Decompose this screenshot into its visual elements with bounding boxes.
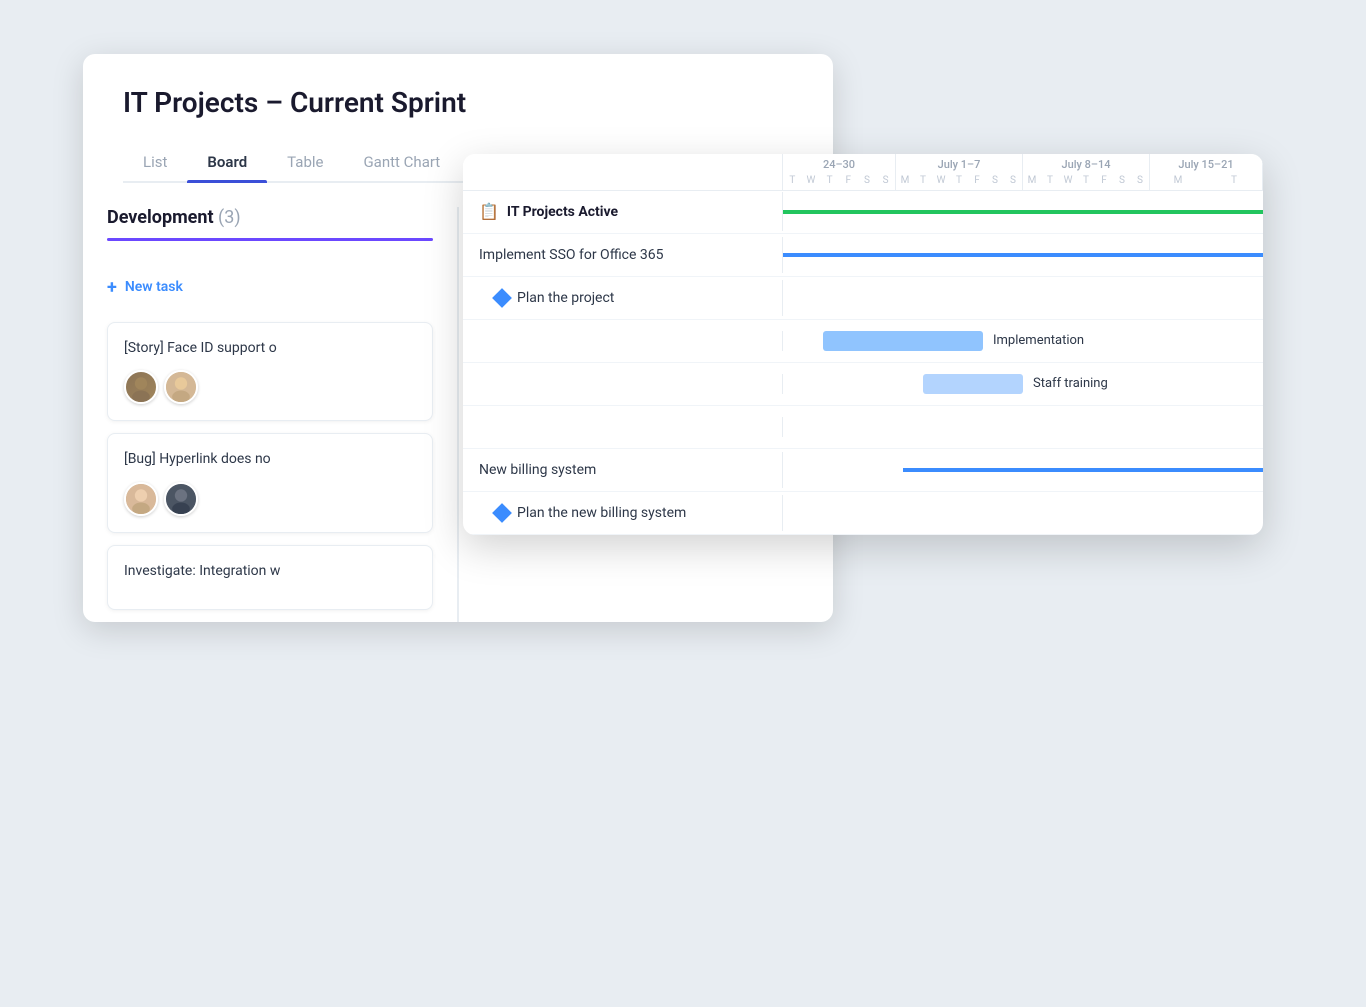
gantt-period-jul1: July 1–7 M T W T F S S: [896, 154, 1023, 190]
gantt-period-jun24: 24–30 T W T F S S: [783, 154, 896, 190]
column-underline-dev: [107, 238, 433, 241]
tab-list[interactable]: List: [123, 143, 187, 181]
gantt-bar-billing: [903, 468, 1263, 472]
gantt-label-plan-project: Plan the project: [463, 280, 783, 316]
gantt-row-plan-project[interactable]: Plan the project: [463, 277, 1263, 320]
gantt-label-header: [463, 154, 783, 190]
column-count-development: (3): [218, 207, 241, 228]
gantt-row-implementation[interactable]: Implementation: [463, 320, 1263, 363]
page-title: IT Projects – Current Sprint: [123, 86, 793, 119]
avatar-user2: [164, 370, 198, 404]
avatar-user1: [124, 370, 158, 404]
task-title-face-id: [Story] Face ID support o: [124, 339, 416, 359]
gantt-grid-plan-billing: [783, 492, 1263, 534]
sso-label-text: Implement SSO for Office 365: [479, 247, 663, 263]
gantt-grid-staff-training: Staff training: [783, 363, 1263, 405]
gantt-bar-sso: [783, 253, 1263, 257]
tab-board[interactable]: Board: [187, 143, 267, 181]
gantt-body: 📋 IT Projects Active Implement SSO for O…: [463, 191, 1263, 535]
diamond-icon-billing: [492, 503, 512, 523]
gantt-header: 24–30 T W T F S S July 1–7 M T: [463, 154, 1263, 191]
task-title-bug-hyperlink: [Bug] Hyperlink does no: [124, 450, 416, 470]
gantt-row-billing[interactable]: New billing system: [463, 449, 1263, 492]
task-avatars-bug: [124, 482, 416, 516]
gantt-label-it-projects: 📋 IT Projects Active: [463, 192, 783, 231]
gantt-bar-implementation: [823, 331, 983, 351]
gantt-label-plan-billing: Plan the new billing system: [463, 495, 783, 531]
task-card-bug-hyperlink[interactable]: [Bug] Hyperlink does no: [107, 433, 433, 533]
gantt-grid-plan-project: [783, 277, 1263, 319]
gantt-row-staff-training[interactable]: Staff training: [463, 363, 1263, 406]
gantt-period-jul15: July 15–21 M T: [1150, 154, 1263, 190]
task-card-face-id[interactable]: [Story] Face ID support o: [107, 322, 433, 422]
doc-icon: 📋: [479, 202, 499, 221]
gantt-row-plan-billing[interactable]: Plan the new billing system: [463, 492, 1263, 535]
avatar-user4: [164, 482, 198, 516]
gantt-period-jul8: July 8–14 M T W T F S S: [1023, 154, 1150, 190]
gantt-grid-sso: [783, 234, 1263, 276]
gantt-label-implementation: [463, 331, 783, 351]
gantt-label-implementation-text: Implementation: [993, 333, 1084, 348]
gantt-bar-training: [923, 374, 1023, 394]
gantt-label-sso: Implement SSO for Office 365: [463, 237, 783, 273]
new-task-plus-icon: +: [107, 277, 117, 298]
gantt-grid-it-projects: [783, 191, 1263, 233]
gantt-grid-billing: [783, 449, 1263, 491]
gantt-row-it-projects-active: 📋 IT Projects Active: [463, 191, 1263, 234]
gantt-label-billing: New billing system: [463, 452, 783, 488]
column-header-development: Development (3): [107, 207, 433, 253]
gantt-label-training-text: Staff training: [1033, 376, 1108, 391]
task-title-investigate: Investigate: Integration w: [124, 562, 416, 582]
gantt-label-staff-training: [463, 374, 783, 394]
new-task-label: New task: [125, 279, 183, 295]
gantt-grid-implementation: Implementation: [783, 320, 1263, 362]
tab-table[interactable]: Table: [267, 143, 343, 181]
task-card-investigate[interactable]: Investigate: Integration w: [107, 545, 433, 611]
gantt-dates-header: 24–30 T W T F S S July 1–7 M T: [783, 154, 1263, 190]
tab-gantt-chart[interactable]: Gantt Chart: [343, 143, 460, 181]
gantt-row-spacer: [463, 406, 1263, 449]
gantt-card: 24–30 T W T F S S July 1–7 M T: [463, 154, 1263, 535]
new-task-button[interactable]: + New task: [107, 269, 433, 306]
column-development: Development (3) + New task [Story] Face …: [83, 207, 457, 623]
gantt-bar-green: [783, 210, 1263, 214]
task-avatars-face-id: [124, 370, 416, 404]
avatar-user3: [124, 482, 158, 516]
column-title-development: Development (3): [107, 207, 433, 228]
diamond-icon-plan: [492, 288, 512, 308]
gantt-row-sso[interactable]: Implement SSO for Office 365: [463, 234, 1263, 277]
